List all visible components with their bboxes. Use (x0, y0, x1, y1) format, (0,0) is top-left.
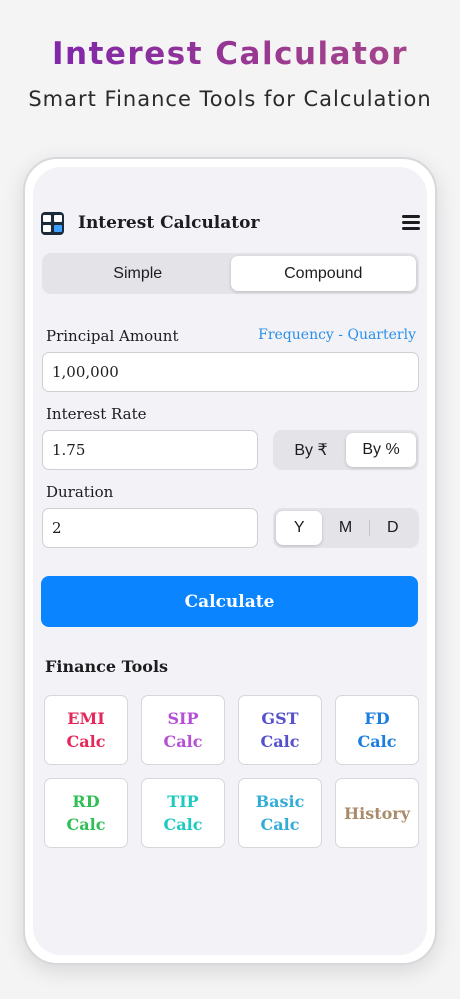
duration-days-option[interactable]: D (370, 511, 416, 545)
tab-compound[interactable]: Compound (230, 256, 416, 291)
tool-history[interactable]: History (335, 778, 419, 848)
tab-simple[interactable]: Simple (45, 256, 231, 291)
tool-fd-calc[interactable]: FD Calc (335, 695, 419, 765)
app-screen: Interest Calculator Simple Compound Prin… (33, 167, 427, 955)
phone-frame: Interest Calculator Simple Compound Prin… (23, 157, 437, 965)
rate-by-percent-option[interactable]: By % (346, 433, 416, 467)
app-title: Interest Calculator (78, 213, 260, 233)
interest-rate-label: Interest Rate (46, 405, 147, 423)
promo-title: Interest Calculator (0, 36, 460, 72)
tool-gst-calc[interactable]: GST Calc (238, 695, 322, 765)
tool-emi-calc[interactable]: EMI Calc (44, 695, 128, 765)
tool-rd-calc[interactable]: RD Calc (44, 778, 128, 848)
interest-rate-input[interactable]: 1.75 (42, 430, 258, 470)
duration-input[interactable]: 2 (42, 508, 258, 548)
duration-label: Duration (46, 483, 114, 501)
rate-type-segmented-control: By ₹ By % (273, 430, 419, 470)
duration-years-option[interactable]: Y (276, 511, 323, 545)
tool-sip-calc[interactable]: SIP Calc (141, 695, 225, 765)
duration-months-option[interactable]: M (322, 511, 368, 545)
promo-subtitle: Smart Finance Tools for Calculation (28, 87, 432, 111)
tool-basic-calc[interactable]: Basic Calc (238, 778, 322, 848)
rate-by-rupee-option[interactable]: By ₹ (276, 433, 346, 467)
finance-tools-title: Finance Tools (45, 657, 169, 676)
hamburger-menu-icon[interactable] (401, 214, 421, 232)
calculator-app-icon (41, 212, 64, 235)
mode-segmented-control: Simple Compound (42, 253, 419, 294)
tool-tip-calc[interactable]: TIP Calc (141, 778, 225, 848)
duration-unit-segmented-control: Y M D (273, 508, 419, 548)
principal-input[interactable]: 1,00,000 (42, 352, 419, 392)
calculate-button[interactable]: Calculate (41, 576, 418, 627)
principal-label: Principal Amount (46, 327, 179, 345)
frequency-link[interactable]: Frequency - Quarterly (258, 327, 416, 343)
app-bar: Interest Calculator (41, 208, 421, 238)
